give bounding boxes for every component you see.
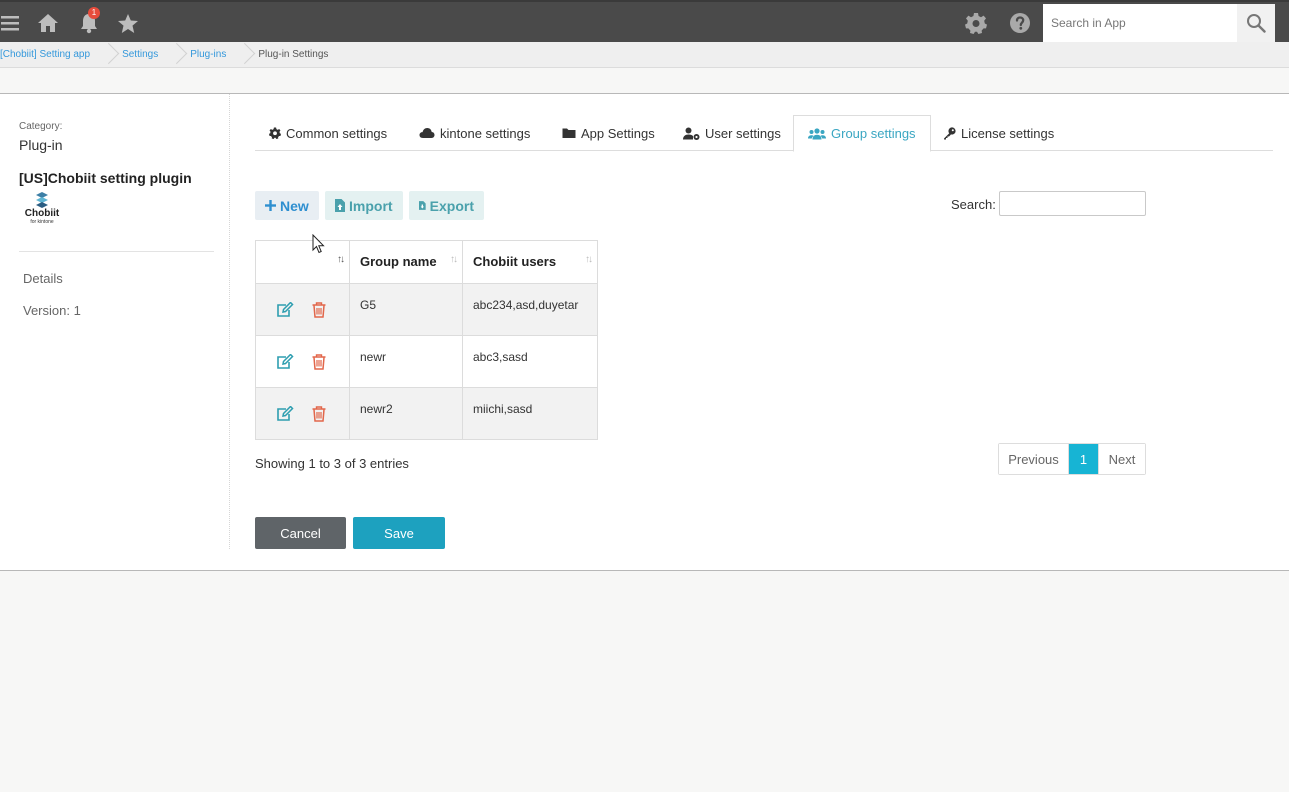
- tab-user-settings[interactable]: User settings: [669, 115, 795, 151]
- group-name-column-header[interactable]: Group name ↑↓: [349, 240, 463, 284]
- logo-text: Chobiit: [24, 208, 60, 219]
- category-label: Category:: [19, 121, 63, 132]
- new-button[interactable]: New: [255, 191, 319, 220]
- app-search-input[interactable]: [1043, 4, 1237, 42]
- category-value: Plug-in: [19, 137, 63, 153]
- file-export-icon: [419, 201, 426, 210]
- header-spacer: [0, 68, 1289, 94]
- column-header-label: Group name: [360, 254, 437, 269]
- table-search-input[interactable]: [999, 191, 1146, 216]
- edit-icon[interactable]: [276, 353, 294, 370]
- actions-column-header[interactable]: ↑↓: [255, 240, 350, 284]
- edit-icon[interactable]: [276, 405, 294, 422]
- chobiit-users-cell: miichi,sasd: [462, 387, 598, 440]
- group-table: ↑↓ Group name ↑↓ Chobiit users ↑↓ G5 abc…: [255, 240, 598, 440]
- chobiit-users-column-header[interactable]: Chobiit users ↑↓: [462, 240, 598, 284]
- gear-icon: [269, 127, 281, 139]
- breadcrumb-item-settings[interactable]: Settings: [122, 49, 172, 60]
- row-actions: [255, 387, 350, 440]
- tab-license-settings[interactable]: License settings: [929, 115, 1068, 151]
- breadcrumb: [Chobiit] Setting app Settings Plug-ins …: [0, 42, 1289, 68]
- breadcrumb-item-current: Plug-in Settings: [258, 49, 329, 60]
- logo-subtext: for kintone: [30, 219, 54, 225]
- cancel-button[interactable]: Cancel: [255, 517, 346, 549]
- tab-label: kintone settings: [440, 125, 531, 141]
- tab-label: User settings: [705, 125, 781, 141]
- breadcrumb-separator: [240, 42, 258, 68]
- import-button-label: Import: [349, 197, 393, 214]
- folder-icon: [562, 128, 576, 138]
- notification-badge: 1: [88, 7, 100, 19]
- pagination: Previous 1 Next: [998, 443, 1146, 475]
- tab-label: License settings: [961, 125, 1055, 141]
- next-page-button[interactable]: Next: [1098, 444, 1145, 474]
- plugin-name: [US]Chobiit setting plugin: [19, 170, 192, 186]
- column-header-label: Chobiit users: [473, 254, 557, 269]
- tab-common-settings[interactable]: Common settings: [255, 115, 401, 151]
- app-search-button[interactable]: [1237, 4, 1275, 42]
- delete-icon[interactable]: [312, 301, 326, 318]
- plugin-sidebar: Category: Plug-in [US]Chobiit setting pl…: [0, 94, 230, 549]
- breadcrumb-item-plugins[interactable]: Plug-ins: [190, 49, 240, 60]
- details-link[interactable]: Details: [23, 271, 63, 286]
- delete-icon[interactable]: [312, 353, 326, 370]
- sort-icon: ↑↓: [450, 254, 458, 265]
- tab-label: Common settings: [286, 125, 388, 141]
- search-icon: [1247, 14, 1266, 33]
- tab-app-settings[interactable]: App Settings: [548, 115, 669, 151]
- tab-group-settings[interactable]: Group settings: [793, 115, 931, 152]
- menu-icon[interactable]: [0, 2, 20, 44]
- page-button-current[interactable]: 1: [1069, 444, 1098, 474]
- version-text: Version: 1: [23, 303, 81, 318]
- edit-icon[interactable]: [276, 301, 294, 318]
- top-bar: 1: [0, 0, 1289, 42]
- group-name-cell: G5: [349, 283, 463, 336]
- breadcrumb-separator: [104, 42, 122, 68]
- settings-tabs: Common settings kintone settings App Set…: [255, 115, 1273, 152]
- chobiit-logo-icon: [36, 192, 48, 208]
- delete-icon[interactable]: [312, 405, 326, 422]
- tab-label: Group settings: [831, 126, 916, 141]
- group-name-cell: newr: [349, 335, 463, 388]
- table-search-label: Search:: [951, 197, 996, 212]
- sort-asc-icon: ↑↓: [337, 254, 345, 265]
- group-name-cell: newr2: [349, 387, 463, 440]
- key-icon: [944, 126, 956, 139]
- breadcrumb-separator: [172, 42, 190, 68]
- star-icon[interactable]: [116, 2, 140, 44]
- row-actions: [255, 283, 350, 336]
- table-row: G5 abc234,asd,duyetar: [255, 283, 598, 336]
- plugin-settings-panel: Category: Plug-in [US]Chobiit setting pl…: [0, 94, 1289, 571]
- plugin-logo: Chobiit for kintone: [22, 192, 62, 230]
- export-button-label: Export: [429, 197, 474, 214]
- table-row: newr abc3,sasd: [255, 335, 598, 388]
- tab-kintone-settings[interactable]: kintone settings: [405, 115, 544, 151]
- home-icon[interactable]: [36, 2, 60, 44]
- sidebar-divider: [19, 251, 214, 252]
- export-button[interactable]: Export: [409, 191, 484, 220]
- import-button[interactable]: Import: [325, 191, 403, 220]
- table-row: newr2 miichi,sasd: [255, 387, 598, 440]
- breadcrumb-item-app[interactable]: [Chobiit] Setting app: [0, 49, 104, 60]
- row-actions: [255, 335, 350, 388]
- chobiit-users-cell: abc3,sasd: [462, 335, 598, 388]
- help-icon[interactable]: [1008, 2, 1032, 44]
- new-button-label: New: [280, 197, 309, 214]
- previous-page-button[interactable]: Previous: [999, 444, 1069, 474]
- table-info: Showing 1 to 3 of 3 entries: [255, 456, 409, 471]
- users-icon: [808, 127, 826, 139]
- mouse-cursor-icon: [312, 234, 325, 254]
- file-import-icon: [335, 199, 345, 212]
- chobiit-users-cell: abc234,asd,duyetar: [462, 283, 598, 336]
- user-cog-icon: [683, 127, 700, 140]
- tab-label: App Settings: [581, 125, 655, 141]
- cloud-icon: [419, 128, 435, 138]
- gear-icon[interactable]: [964, 2, 988, 44]
- save-button[interactable]: Save: [353, 517, 445, 549]
- table-header-row: ↑↓ Group name ↑↓ Chobiit users ↑↓: [255, 240, 598, 284]
- sort-icon: ↑↓: [585, 254, 593, 265]
- plus-icon: [265, 200, 276, 211]
